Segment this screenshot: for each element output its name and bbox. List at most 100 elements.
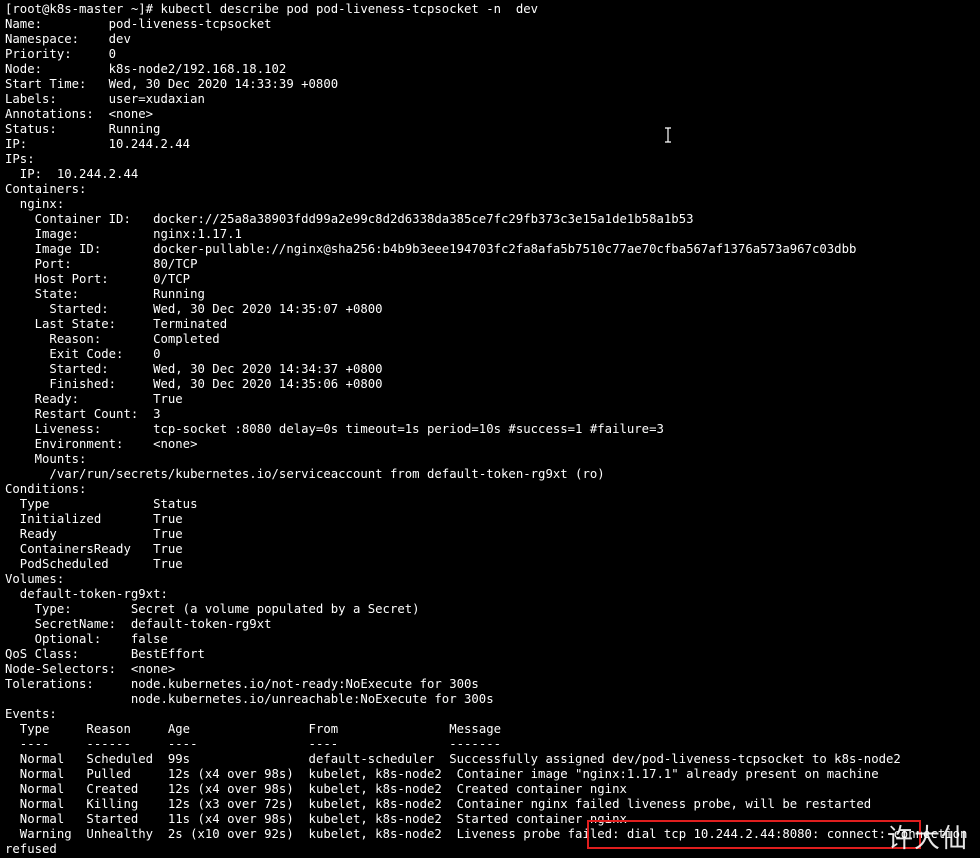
- terminal-line: Initialized True: [5, 512, 980, 527]
- terminal-line: Image ID: docker-pullable://nginx@sha256:…: [5, 242, 980, 257]
- terminal-line: /var/run/secrets/kubernetes.io/serviceac…: [5, 467, 605, 481]
- field-key: Reason:: [5, 332, 102, 346]
- terminal-line: [root@k8s-master ~]# kubectl describe po…: [5, 2, 539, 16]
- field-value: Wed, 30 Dec 2020 14:33:39 +0800: [108, 77, 339, 91]
- field-key: Ready:: [5, 392, 80, 406]
- terminal-line: Ready True: [5, 527, 980, 542]
- terminal-line: Warning Unhealthy 2s (x10 over 92s) kube…: [5, 827, 968, 841]
- field-value: 80/TCP: [153, 257, 198, 271]
- field-value: <none>: [153, 437, 198, 451]
- field-value: Running: [108, 122, 161, 136]
- terminal-line: Started: Wed, 30 Dec 2020 14:35:07 +0800: [5, 302, 980, 317]
- field-value: docker://25a8a38903fdd99a2e99c8d2d6338da…: [153, 212, 694, 226]
- field-value: BestEffort: [130, 647, 205, 661]
- terminal-line: Namespace: dev: [5, 32, 980, 47]
- terminal-line: Ready: True: [5, 392, 980, 407]
- terminal-line: default-token-rg9xt:: [5, 587, 168, 601]
- terminal-line: node.kubernetes.io/unreachable:NoExecute…: [5, 692, 980, 707]
- field-key: Image ID:: [5, 242, 102, 256]
- terminal-line: Last State: Terminated: [5, 317, 980, 332]
- field-key: Status:: [5, 122, 57, 136]
- terminal-line: Environment: <none>: [5, 437, 980, 452]
- field-key: Initialized: [5, 512, 102, 526]
- terminal-line: Image: nginx:1.17.1: [5, 227, 980, 242]
- terminal-line: Normal Pulled 12s (x4 over 98s) kubelet,…: [5, 767, 879, 781]
- terminal-line: Tolerations: node.kubernetes.io/not-ready…: [5, 677, 980, 692]
- terminal-line: IPs:: [5, 152, 35, 166]
- field-value: node.kubernetes.io/not-ready:NoExecute f…: [130, 677, 479, 691]
- terminal-line: Type Reason Age From Message: [5, 722, 502, 736]
- terminal-line: Host Port: 0/TCP: [5, 272, 980, 287]
- terminal-line: Mounts:: [5, 452, 87, 466]
- field-value: True: [153, 392, 183, 406]
- field-key: Started:: [5, 302, 109, 316]
- field-key: Type: [5, 497, 50, 511]
- terminal-line: Reason: Completed: [5, 332, 980, 347]
- field-value: pod-liveness-tcpsocket: [108, 17, 272, 31]
- field-key: Container ID:: [5, 212, 131, 226]
- terminal-line: IP: 10.244.2.44: [5, 137, 980, 152]
- terminal-line: Port: 80/TCP: [5, 257, 980, 272]
- field-value: True: [153, 512, 183, 526]
- field-value: 0: [153, 347, 161, 361]
- field-key: Annotations:: [5, 107, 94, 121]
- field-key: Started:: [5, 362, 109, 376]
- field-key: Priority:: [5, 47, 72, 61]
- field-key: Port:: [5, 257, 72, 271]
- field-key: Type:: [5, 602, 72, 616]
- field-key: Exit Code:: [5, 347, 124, 361]
- terminal-line: Events:: [5, 707, 57, 721]
- field-key: IP:: [5, 137, 28, 151]
- terminal-line: Node-Selectors: <none>: [5, 662, 980, 677]
- terminal-line: Type Status: [5, 497, 980, 512]
- terminal-line: Restart Count: 3: [5, 407, 980, 422]
- terminal-line: Labels: user=xudaxian: [5, 92, 980, 107]
- field-key: Tolerations:: [5, 677, 94, 691]
- field-value: docker-pullable://nginx@sha256:b4b9b3eee…: [153, 242, 857, 256]
- terminal-line: Normal Killing 12s (x3 over 72s) kubelet…: [5, 797, 872, 811]
- field-value: Wed, 30 Dec 2020 14:35:06 +0800: [153, 377, 383, 391]
- terminal-line: Status: Running: [5, 122, 980, 137]
- field-value: Terminated: [153, 317, 228, 331]
- field-value: tcp-socket :8080 delay=0s timeout=1s per…: [153, 422, 664, 436]
- field-value: 3: [153, 407, 161, 421]
- field-key: Finished:: [5, 377, 117, 391]
- field-key: Node-Selectors:: [5, 662, 117, 676]
- terminal-line: QoS Class: BestEffort: [5, 647, 980, 662]
- terminal-line: SecretName: default-token-rg9xt: [5, 617, 980, 632]
- terminal-line: Conditions:: [5, 482, 87, 496]
- terminal-line: Normal Started 11s (x4 over 98s) kubelet…: [5, 812, 627, 826]
- text-cursor-icon: [665, 127, 671, 143]
- terminal-line: Name: pod-liveness-tcpsocket: [5, 17, 980, 32]
- field-key: SecretName:: [5, 617, 117, 631]
- terminal-line: Exit Code: 0: [5, 347, 980, 362]
- field-value: Wed, 30 Dec 2020 14:35:07 +0800: [153, 302, 383, 316]
- field-value: 0/TCP: [153, 272, 191, 286]
- field-value: dev: [108, 32, 131, 46]
- field-key: Image:: [5, 227, 80, 241]
- field-key: PodScheduled: [5, 557, 109, 571]
- terminal-line: Containers:: [5, 182, 87, 196]
- terminal-line: Normal Created 12s (x4 over 98s) kubelet…: [5, 782, 627, 796]
- terminal-line: PodScheduled True: [5, 557, 980, 572]
- field-key: Start Time:: [5, 77, 87, 91]
- field-value: Secret (a volume populated by a Secret): [130, 602, 420, 616]
- field-key: Name:: [5, 17, 43, 31]
- terminal-line: Type: Secret (a volume populated by a Sec…: [5, 602, 980, 617]
- terminal-line: Priority: 0: [5, 47, 980, 62]
- field-value: True: [153, 527, 183, 541]
- terminal-line: Liveness: tcp-socket :8080 delay=0s timeo…: [5, 422, 980, 437]
- terminal-line: Normal Scheduled 99s default-scheduler S…: [5, 752, 901, 766]
- terminal-line: ---- ------ ---- ---- -------: [5, 737, 502, 751]
- terminal-output[interactable]: [root@k8s-master ~]# kubectl describe po…: [5, 2, 980, 858]
- field-value: 0: [108, 47, 117, 61]
- terminal-line: IP: 10.244.2.44: [5, 167, 139, 181]
- terminal-line: Container ID: docker://25a8a38903fdd99a2e…: [5, 212, 980, 227]
- field-key: Labels:: [5, 92, 57, 106]
- terminal-line: nginx:: [5, 197, 65, 211]
- field-key: Environment:: [5, 437, 124, 451]
- terminal-line: Finished: Wed, 30 Dec 2020 14:35:06 +0800: [5, 377, 980, 392]
- field-value: Wed, 30 Dec 2020 14:34:37 +0800: [153, 362, 383, 376]
- field-key: Optional:: [5, 632, 102, 646]
- field-key: QoS Class:: [5, 647, 80, 661]
